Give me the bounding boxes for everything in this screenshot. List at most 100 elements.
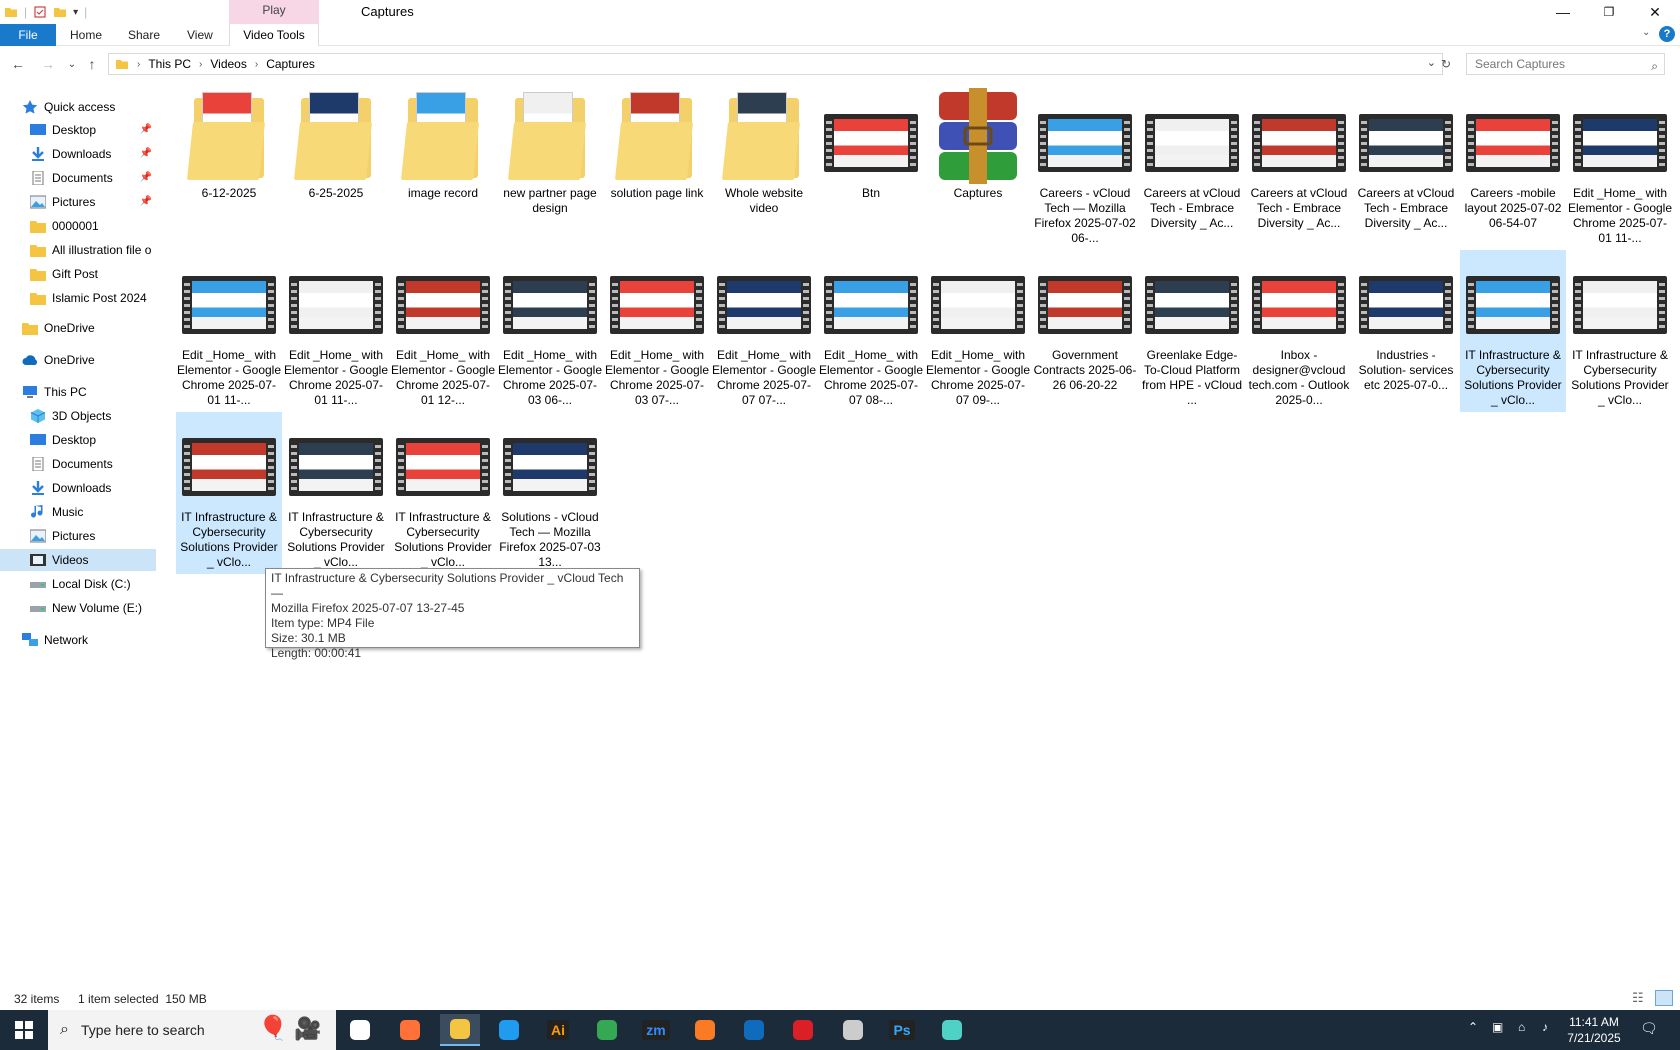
notification-icon[interactable]: 🗨 xyxy=(1640,1020,1658,1037)
sidebar-item-pictures[interactable]: Pictures xyxy=(0,525,156,547)
tab-play-context[interactable]: Play xyxy=(229,0,319,24)
outlook-icon[interactable] xyxy=(734,1014,774,1046)
expand-ribbon-icon[interactable]: ⌄ xyxy=(1642,27,1650,38)
details-view-icon[interactable]: ☷ xyxy=(1632,990,1644,1006)
folder-item[interactable]: image record xyxy=(390,88,496,250)
file-item[interactable]: Edit _Home_ with Elementor - Google Chro… xyxy=(1567,88,1673,250)
sidebar-item-all-illustration-file-o[interactable]: All illustration file o xyxy=(0,239,156,261)
sidebar-item-music[interactable]: Music xyxy=(0,501,156,523)
recent-locations-button[interactable]: ⌄ xyxy=(62,55,82,73)
tab-view[interactable]: View xyxy=(187,24,213,46)
help-icon[interactable]: ? xyxy=(1659,26,1675,42)
file-item[interactable]: IT Infrastructure & Cybersecurity Soluti… xyxy=(1460,250,1566,412)
file-item[interactable]: Inbox - designer@vcloud tech.com - Outlo… xyxy=(1246,250,1352,412)
creative-cloud-icon[interactable] xyxy=(783,1014,823,1046)
file-item[interactable]: Edit _Home_ with Elementor - Google Chro… xyxy=(390,250,496,412)
file-item[interactable]: IT Infrastructure & Cybersecurity Soluti… xyxy=(283,412,389,574)
firefox-icon[interactable] xyxy=(390,1014,430,1046)
xampp-icon[interactable] xyxy=(685,1014,725,1046)
pin-icon[interactable]: 📌 xyxy=(140,148,152,159)
file-item[interactable]: Edit _Home_ with Elementor - Google Chro… xyxy=(497,250,603,412)
sidebar-item-downloads[interactable]: Downloads 📌 xyxy=(0,143,156,165)
pin-icon[interactable]: 📌 xyxy=(140,172,152,183)
file-item[interactable]: Careers at vCloud Tech - Embrace Diversi… xyxy=(1139,88,1245,250)
folder-item[interactable]: new partner page design xyxy=(497,88,603,250)
file-item[interactable]: IT Infrastructure & Cybersecurity Soluti… xyxy=(1567,250,1673,412)
sidebar-item-videos[interactable]: Videos xyxy=(0,549,156,571)
sidebar-item-0000001[interactable]: 0000001 xyxy=(0,215,156,237)
file-item[interactable]: Edit _Home_ with Elementor - Google Chro… xyxy=(604,250,710,412)
sidebar-item-downloads[interactable]: Downloads xyxy=(0,477,156,499)
new-folder-icon[interactable] xyxy=(53,5,67,19)
file-item[interactable]: Edit _Home_ with Elementor - Google Chro… xyxy=(711,250,817,412)
breadcrumb-videos[interactable]: Videos xyxy=(210,57,246,71)
sidebar-item-onedrive[interactable]: OneDrive xyxy=(0,317,156,339)
customize-qat-icon[interactable]: ▾ xyxy=(73,7,78,18)
file-item[interactable]: Careers at vCloud Tech - Embrace Diversi… xyxy=(1353,88,1459,250)
file-item[interactable]: Edit _Home_ with Elementor - Google Chro… xyxy=(176,250,282,412)
folder-item[interactable]: solution page link xyxy=(604,88,710,250)
start-button[interactable] xyxy=(0,1010,48,1050)
sidebar-item-documents[interactable]: Documents xyxy=(0,453,156,475)
file-item[interactable]: Edit _Home_ with Elementor - Google Chro… xyxy=(925,250,1031,412)
sidebar-item-quick-access[interactable]: Quick access xyxy=(0,96,156,118)
folder-item[interactable]: Whole website video xyxy=(711,88,817,250)
breadcrumb-this-pc[interactable]: This PC xyxy=(148,57,191,71)
sidebar-item-new-volume-e[interactable]: New Volume (E:) xyxy=(0,597,156,619)
file-item[interactable]: Edit _Home_ with Elementor - Google Chro… xyxy=(818,250,924,412)
tab-file[interactable]: File xyxy=(0,24,56,46)
sidebar-item-desktop[interactable]: Desktop xyxy=(0,429,156,451)
restore-button[interactable]: ❐ xyxy=(1586,0,1632,24)
file-item[interactable]: Government Contracts 2025-06-26 06-20-22 xyxy=(1032,250,1138,412)
task-view-icon[interactable] xyxy=(340,1014,380,1046)
minimize-button[interactable]: — xyxy=(1540,0,1586,24)
file-item[interactable]: Solutions - vCloud Tech — Mozilla Firefo… xyxy=(497,412,603,574)
folder-item[interactable]: 6-12-2025 xyxy=(176,88,282,250)
folder-item[interactable]: 6-25-2025 xyxy=(283,88,389,250)
app-diamond-icon[interactable] xyxy=(932,1014,972,1046)
taskbar-search-box[interactable]: ⌕ Type here to search 🎈 🎥 xyxy=(48,1010,336,1050)
refresh-button[interactable]: ↻ xyxy=(1435,53,1457,75)
network-status-icon[interactable]: ▣ xyxy=(1492,1020,1503,1034)
tab-video-tools[interactable]: Video Tools xyxy=(229,24,319,46)
breadcrumb-captures[interactable]: Captures xyxy=(266,57,315,71)
sidebar-item-this-pc[interactable]: This PC xyxy=(0,381,156,403)
up-button[interactable]: ↑ xyxy=(82,55,102,73)
address-bar[interactable]: › This PC › Videos › Captures ⌄ xyxy=(108,53,1443,75)
pen-tool-icon[interactable] xyxy=(833,1014,873,1046)
file-item[interactable]: Captures xyxy=(925,88,1031,250)
sidebar-item-documents[interactable]: Documents 📌 xyxy=(0,167,156,189)
sidebar-item-islamic-post-2024[interactable]: Islamic Post 2024 xyxy=(0,287,156,309)
file-item[interactable]: Careers -mobile layout 2025-07-02 06-54-… xyxy=(1460,88,1566,250)
illustrator-icon[interactable]: Ai xyxy=(538,1014,578,1046)
file-item[interactable]: Industries -Solution- services etc 2025-… xyxy=(1353,250,1459,412)
wifi-icon[interactable]: ⌂ xyxy=(1518,1020,1525,1034)
file-explorer-icon[interactable] xyxy=(440,1014,480,1046)
photoshop-icon[interactable]: Ps xyxy=(882,1014,922,1046)
sidebar-item-onedrive[interactable]: OneDrive xyxy=(0,349,156,371)
file-item[interactable]: Btn xyxy=(818,88,924,250)
zoom-icon[interactable]: zm xyxy=(636,1014,676,1046)
file-item[interactable]: Greenlake Edge-To-Cloud Platform from HP… xyxy=(1139,250,1245,412)
tab-share[interactable]: Share xyxy=(128,24,160,46)
file-item[interactable]: Edit _Home_ with Elementor - Google Chro… xyxy=(283,250,389,412)
sidebar-item-local-disk-c[interactable]: Local Disk (C:) xyxy=(0,573,156,595)
sidebar-item-network[interactable]: Network xyxy=(0,629,156,651)
sidebar-item-pictures[interactable]: Pictures 📌 xyxy=(0,191,156,213)
tab-home[interactable]: Home xyxy=(70,24,102,46)
chrome-icon[interactable] xyxy=(587,1014,627,1046)
search-input[interactable]: Search Captures ⌕ xyxy=(1466,53,1665,75)
sidebar-item-desktop[interactable]: Desktop 📌 xyxy=(0,119,156,141)
close-button[interactable]: ✕ xyxy=(1632,0,1678,24)
pin-icon[interactable]: 📌 xyxy=(140,196,152,207)
file-item[interactable]: IT Infrastructure & Cybersecurity Soluti… xyxy=(390,412,496,574)
back-button[interactable]: ← xyxy=(8,55,28,73)
system-clock[interactable]: 11:41 AM 7/21/2025 xyxy=(1559,1014,1629,1046)
show-hidden-icons[interactable]: ⌃ xyxy=(1468,1020,1478,1034)
sidebar-item-gift-post[interactable]: Gift Post xyxy=(0,263,156,285)
volume-icon[interactable]: ♪ xyxy=(1542,1020,1548,1034)
vscode-icon[interactable] xyxy=(489,1014,529,1046)
properties-icon[interactable] xyxy=(33,5,47,19)
file-item[interactable]: IT Infrastructure & Cybersecurity Soluti… xyxy=(176,412,282,574)
large-icons-view-icon[interactable] xyxy=(1655,990,1673,1006)
